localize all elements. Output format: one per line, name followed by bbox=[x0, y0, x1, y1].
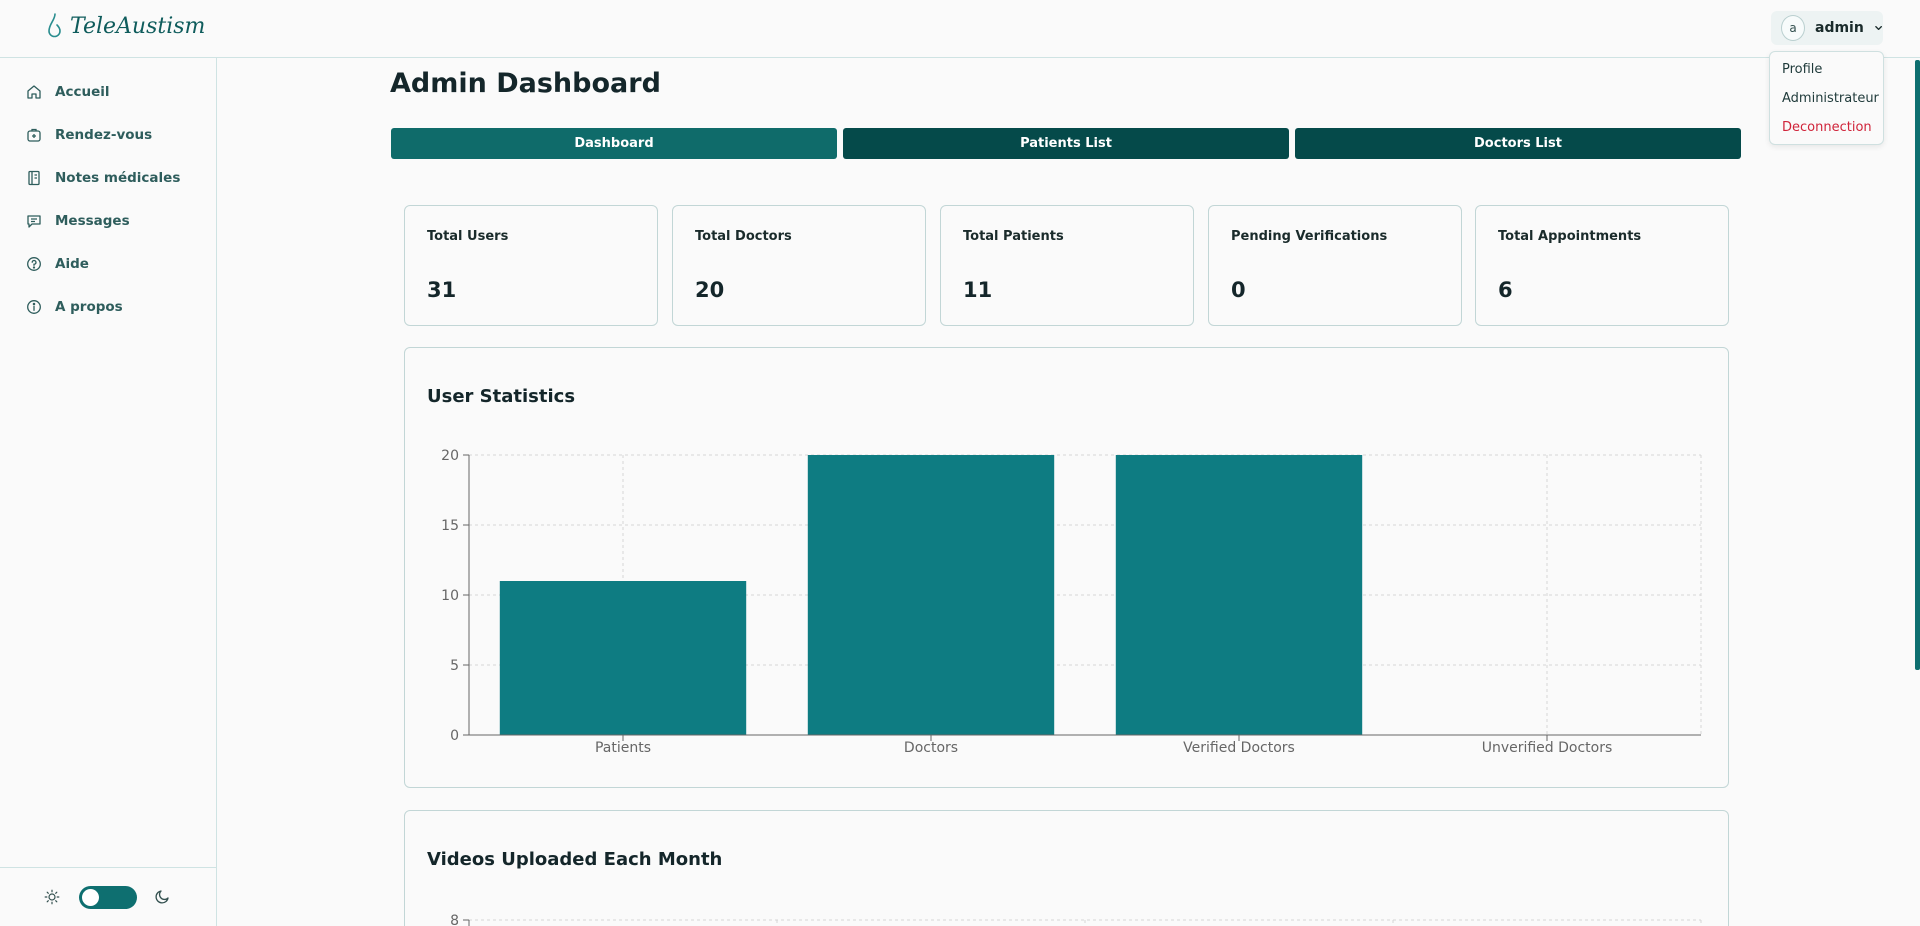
stat-label: Total Users bbox=[427, 229, 509, 244]
dashboard-tabs: Dashboard Patients List Doctors List bbox=[391, 128, 1741, 159]
sidebar-item-label: Rendez-vous bbox=[55, 126, 153, 143]
sidebar-item-notes-medicales[interactable]: Notes médicales bbox=[26, 156, 180, 199]
bar bbox=[1115, 455, 1363, 735]
stat-card-total-appointments: Total Appointments 6 bbox=[1475, 205, 1729, 326]
app-logo[interactable]: TeleAustism bbox=[46, 12, 205, 40]
menu-item-administrateur[interactable]: Administrateur bbox=[1770, 89, 1883, 118]
menu-item-deconnection[interactable]: Deconnection bbox=[1770, 118, 1883, 147]
sidebar-item-label: Notes médicales bbox=[55, 169, 181, 186]
stat-value: 0 bbox=[1231, 278, 1246, 302]
toggle-knob bbox=[82, 889, 99, 906]
page-scrollbar[interactable] bbox=[1915, 60, 1920, 670]
sidebar: Accueil Rendez-vous Notes médicales Mess… bbox=[0, 58, 217, 926]
stat-label: Total Patients bbox=[963, 229, 1064, 244]
stat-value: 20 bbox=[695, 278, 725, 302]
y-tick-label: 20 bbox=[441, 448, 459, 464]
user-statistics-panel: User Statistics 0 5 10 15 20 Patients Doctors V… bbox=[404, 347, 1729, 788]
y-tick-label: 8 bbox=[450, 913, 459, 926]
tab-dashboard[interactable]: Dashboard bbox=[391, 128, 837, 159]
sidebar-nav: Accueil Rendez-vous Notes médicales Mess… bbox=[26, 70, 180, 328]
avatar: a bbox=[1781, 15, 1805, 41]
stat-card-total-doctors: Total Doctors 20 bbox=[672, 205, 926, 326]
moon-icon bbox=[155, 890, 169, 904]
stat-value: 31 bbox=[427, 278, 457, 302]
username: admin bbox=[1815, 20, 1864, 36]
stat-card-total-patients: Total Patients 11 bbox=[940, 205, 1194, 326]
app-name: TeleAustism bbox=[70, 13, 206, 39]
sidebar-item-messages[interactable]: Messages bbox=[26, 199, 180, 242]
stat-label: Total Doctors bbox=[695, 229, 792, 244]
user-dropdown-menu: Profile Administrateur Deconnection bbox=[1769, 51, 1884, 145]
sidebar-item-label: Aide bbox=[55, 255, 89, 272]
tab-doctors-list[interactable]: Doctors List bbox=[1295, 128, 1741, 159]
x-tick-label: Patients bbox=[595, 740, 651, 756]
videos-uploaded-chart: 8 bbox=[450, 913, 1702, 926]
info-circle-icon bbox=[27, 299, 41, 314]
help-circle-icon bbox=[27, 256, 41, 271]
stat-card-total-users: Total Users 31 bbox=[404, 205, 658, 326]
videos-uploaded-panel: Videos Uploaded Each Month 8 bbox=[404, 810, 1729, 926]
x-tick-label: Verified Doctors bbox=[1183, 740, 1295, 756]
sidebar-item-accueil[interactable]: Accueil bbox=[26, 70, 180, 113]
user-menu-button[interactable]: a admin bbox=[1771, 11, 1883, 45]
menu-item-profile[interactable]: Profile bbox=[1770, 60, 1883, 89]
drop-logo-icon bbox=[48, 13, 61, 38]
bar bbox=[499, 581, 747, 735]
stat-value: 11 bbox=[963, 278, 993, 302]
sidebar-item-label: A propos bbox=[55, 298, 123, 315]
y-tick-label: 5 bbox=[450, 658, 459, 674]
stat-value: 6 bbox=[1498, 278, 1513, 302]
stat-card-pending-verifications: Pending Verifications 0 bbox=[1208, 205, 1462, 326]
stat-label: Pending Verifications bbox=[1231, 229, 1388, 244]
chevron-down-icon bbox=[1875, 25, 1882, 31]
sun-icon bbox=[44, 889, 60, 905]
bar bbox=[807, 455, 1055, 735]
calendar-bag-icon bbox=[27, 128, 41, 142]
notebook-icon bbox=[28, 170, 40, 185]
message-icon bbox=[27, 214, 41, 228]
y-tick-label: 0 bbox=[450, 728, 459, 744]
top-header: TeleAustism a admin bbox=[0, 0, 1920, 58]
sidebar-item-rendez-vous[interactable]: Rendez-vous bbox=[26, 113, 180, 156]
sidebar-item-label: Messages bbox=[55, 212, 130, 229]
page-title: Admin Dashboard bbox=[390, 68, 661, 99]
sidebar-item-a-propos[interactable]: A propos bbox=[26, 285, 180, 328]
sidebar-item-label: Accueil bbox=[55, 83, 110, 100]
stat-label: Total Appointments bbox=[1498, 229, 1642, 244]
sidebar-item-aide[interactable]: Aide bbox=[26, 242, 180, 285]
y-tick-label: 15 bbox=[441, 518, 459, 534]
tab-patients-list[interactable]: Patients List bbox=[843, 128, 1289, 159]
theme-switcher bbox=[0, 867, 216, 926]
y-tick-label: 10 bbox=[441, 588, 459, 604]
x-tick-label: Unverified Doctors bbox=[1482, 740, 1613, 756]
x-tick-label: Doctors bbox=[904, 740, 958, 756]
home-icon bbox=[27, 84, 41, 99]
user-statistics-chart: 0 5 10 15 20 Patients Doctors Verified Doctors U… bbox=[441, 448, 1702, 756]
theme-toggle[interactable] bbox=[79, 886, 137, 909]
